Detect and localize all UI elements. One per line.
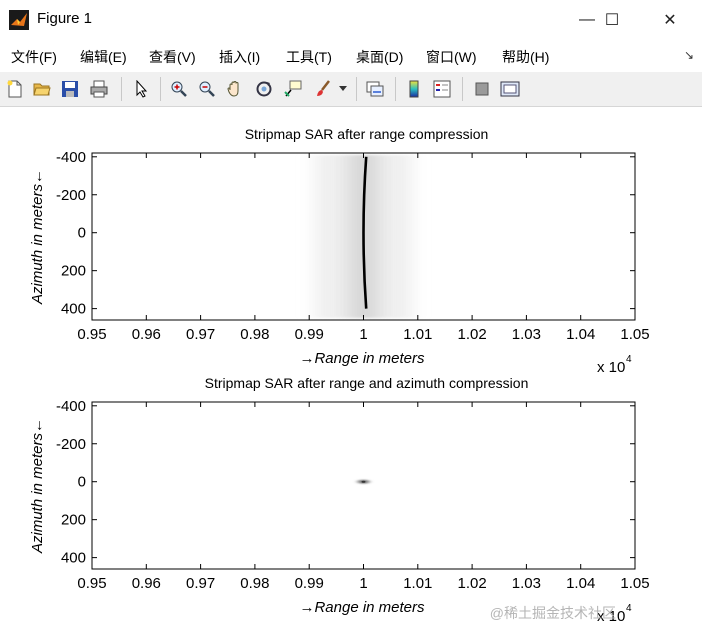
y-tick-label: 0: [78, 474, 86, 491]
x-tick-label: 1.05: [620, 575, 649, 592]
x-tick-label: 0.98: [240, 575, 269, 592]
chart-title: Stripmap SAR after range and azimuth com…: [205, 375, 529, 391]
x-tick-label: 1.01: [403, 575, 432, 592]
x-tick-label: 1: [359, 326, 367, 343]
y-tick-label: 200: [61, 512, 86, 529]
menu-tools[interactable]: 工具(T): [286, 47, 332, 67]
y-tick-label: 200: [61, 263, 86, 280]
point-target-core: [361, 480, 366, 483]
x-tick-label: 1.05: [620, 326, 649, 343]
y-axis-label: Azimuth in meters←: [29, 169, 46, 305]
y-tick-label: -200: [56, 436, 86, 453]
x-tick-label: 1.03: [512, 326, 541, 343]
y-tick-label: -400: [56, 398, 86, 415]
y-tick-label: 400: [61, 550, 86, 567]
title-bar: Figure 1 — ☐ ✕: [0, 0, 702, 40]
x-tick-label: 1.02: [457, 326, 486, 343]
window-title: Figure 1: [37, 10, 93, 27]
x-tick-label: 0.99: [295, 575, 324, 592]
maximize-button[interactable]: ☐: [589, 0, 635, 40]
x-axis-label: →Range in meters: [299, 350, 425, 367]
x-tick-label: 1.01: [403, 326, 432, 343]
y-tick-label: 400: [61, 301, 86, 318]
x-exponent-power: 4: [626, 603, 632, 614]
save-icon[interactable]: [59, 78, 81, 100]
close-button[interactable]: ✕: [647, 0, 693, 40]
x-tick-label: 0.99: [295, 326, 324, 343]
toolbar-separator: [462, 77, 463, 101]
dock-arrow-icon[interactable]: ↘: [684, 48, 694, 62]
rotate-3d-icon[interactable]: [253, 78, 275, 100]
brush-icon[interactable]: [312, 78, 334, 100]
menu-view[interactable]: 查看(V): [149, 47, 196, 67]
maximize-icon: ☐: [604, 12, 620, 29]
matlab-logo-icon: [9, 10, 29, 30]
zoom-in-icon[interactable]: [168, 78, 190, 100]
menu-bar: 文件(F) 编辑(E) 查看(V) 插入(I) 工具(T) 桌面(D) 窗口(W…: [0, 40, 702, 70]
x-tick-label: 1.02: [457, 575, 486, 592]
toolbar-separator: [160, 77, 161, 101]
close-icon: ✕: [663, 12, 677, 29]
legend-icon[interactable]: [431, 78, 453, 100]
menu-help[interactable]: 帮助(H): [502, 47, 549, 67]
x-tick-label: 1.04: [566, 326, 595, 343]
pan-hand-icon[interactable]: [224, 78, 246, 100]
y-tick-label: -200: [56, 187, 86, 204]
y-tick-label: -400: [56, 149, 86, 166]
brush-dropdown-icon[interactable]: [336, 78, 350, 100]
x-tick-label: 1.04: [566, 575, 595, 592]
x-tick-label: 0.95: [77, 326, 106, 343]
x-tick-label: 1: [359, 575, 367, 592]
print-icon[interactable]: [88, 78, 110, 100]
menu-insert[interactable]: 插入(I): [219, 47, 260, 67]
x-exponent-power: 4: [626, 354, 632, 365]
x-axis-label: →Range in meters: [299, 599, 425, 616]
x-exponent-label: x 10: [597, 359, 625, 376]
range-azimuth-compression-plot[interactable]: 0.95 0.96 0.97 0.98 0.99 1 1.01 1.02 1.03 1.04 1.0…: [29, 375, 650, 625]
toolbar-separator: [121, 77, 122, 101]
figure-toolbar: [0, 72, 702, 107]
range-compression-plot[interactable]: 0.95 0.96 0.97 0.98 0.99 1 1.01 1.02 1.03 1.04 1.0…: [29, 126, 650, 376]
zoom-out-icon[interactable]: [196, 78, 218, 100]
show-plot-tools-icon[interactable]: [499, 78, 521, 100]
x-tick-label: 0.98: [240, 326, 269, 343]
x-tick-label: 0.97: [186, 575, 215, 592]
chart-title: Stripmap SAR after range compression: [245, 126, 489, 142]
new-figure-icon[interactable]: [4, 78, 26, 100]
toolbar-separator: [395, 77, 396, 101]
x-tick-label: 0.97: [186, 326, 215, 343]
x-tick-label: 0.95: [77, 575, 106, 592]
y-axis-label: Azimuth in meters←: [29, 418, 46, 554]
x-tick-label: 0.96: [132, 575, 161, 592]
hide-plot-tools-icon[interactable]: [471, 78, 493, 100]
toolbar-separator: [356, 77, 357, 101]
link-plot-icon[interactable]: [364, 78, 386, 100]
menu-edit[interactable]: 编辑(E): [80, 47, 127, 67]
colorbar-icon[interactable]: [403, 78, 425, 100]
plot-area: [92, 402, 635, 569]
select-arrow-icon[interactable]: [130, 78, 152, 100]
menu-desktop[interactable]: 桌面(D): [356, 47, 403, 67]
x-tick-label: 1.03: [512, 575, 541, 592]
open-icon[interactable]: [31, 78, 53, 100]
x-tick-label: 0.96: [132, 326, 161, 343]
watermark: @稀土掘金技术社区: [490, 605, 616, 621]
menu-file[interactable]: 文件(F): [11, 47, 57, 67]
menu-window[interactable]: 窗口(W): [426, 47, 477, 67]
data-cursor-icon[interactable]: [282, 78, 304, 100]
figure-canvas: 0.95 0.96 0.97 0.98 0.99 1 1.01 1.02 1.03 1.04 1.0…: [0, 107, 702, 634]
y-tick-label: 0: [78, 225, 86, 242]
